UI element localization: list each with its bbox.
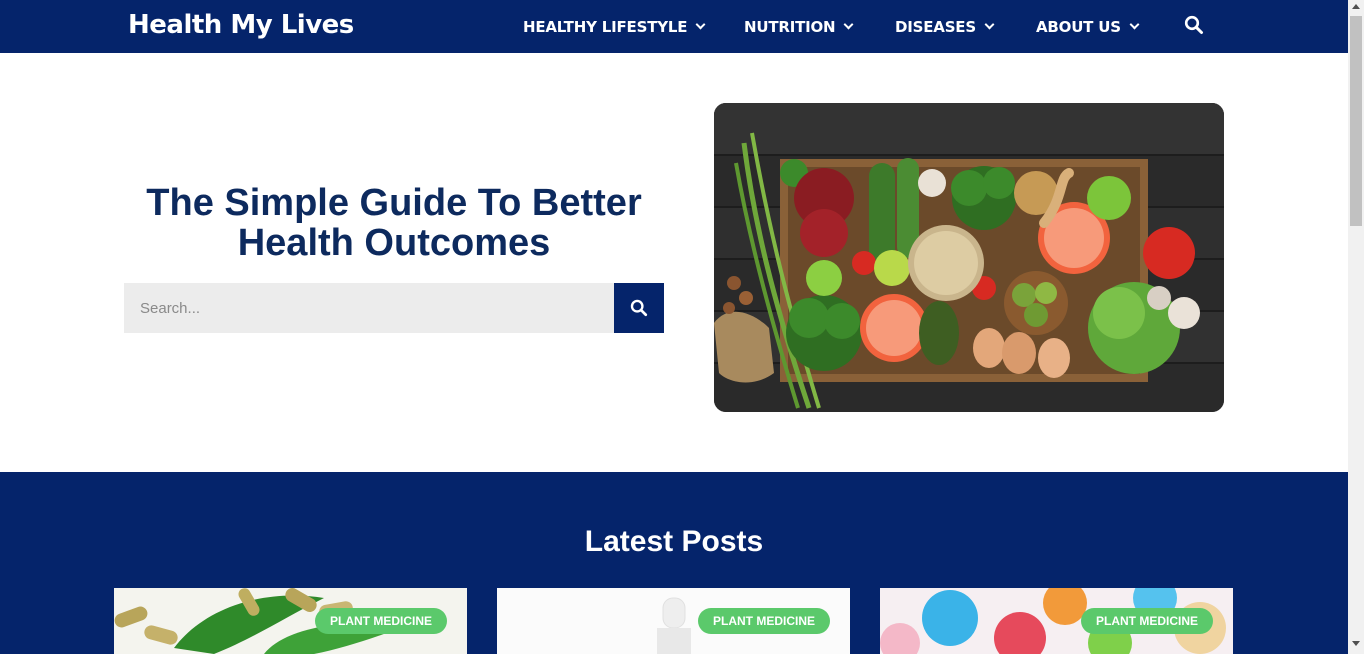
hero-title: The Simple Guide To Better Health Outcom… <box>124 183 664 263</box>
hero-title-line1: The Simple Guide To Better <box>146 182 642 224</box>
nav-about-us[interactable]: ABOUT US <box>1036 0 1140 53</box>
nav-healthy-lifestyle[interactable]: HEALTHY LIFESTYLE <box>523 0 706 53</box>
chevron-down-icon <box>843 19 854 29</box>
nav-diseases[interactable]: DISEASES <box>895 0 995 53</box>
search-input[interactable] <box>124 283 614 333</box>
scroll-down-arrow-icon[interactable] <box>1352 641 1360 646</box>
search-submit-button[interactable] <box>614 283 664 333</box>
post-card[interactable]: PLANT MEDICINE <box>497 588 850 654</box>
post-card[interactable]: PLANT MEDICINE <box>114 588 467 654</box>
search-icon <box>1184 15 1203 34</box>
latest-posts-title: Latest Posts <box>584 525 764 558</box>
nav-label: HEALTHY LIFESTYLE <box>523 17 688 36</box>
scrollbar-thumb[interactable] <box>1350 16 1362 226</box>
category-badge[interactable]: PLANT MEDICINE <box>1081 608 1213 634</box>
nav-label: NUTRITION <box>744 17 836 36</box>
hero-search-form <box>124 283 664 333</box>
vegetables-image <box>714 103 1224 412</box>
page: Health My Lives HEALTHY LIFESTYLE NUTRIT… <box>0 0 1364 654</box>
hero-title-line2: Health Outcomes <box>237 222 551 264</box>
chevron-down-icon <box>695 19 706 29</box>
scroll-up-arrow-icon[interactable] <box>1352 4 1360 9</box>
header-search-button[interactable] <box>1184 15 1204 35</box>
nav-label: DISEASES <box>895 17 976 36</box>
chevron-down-icon <box>984 19 995 29</box>
post-card[interactable]: PLANT MEDICINE <box>880 588 1233 654</box>
site-header: Health My Lives HEALTHY LIFESTYLE NUTRIT… <box>0 0 1348 53</box>
category-badge[interactable]: PLANT MEDICINE <box>698 608 830 634</box>
hero-image-vegetables <box>714 103 1224 412</box>
page-scrollbar[interactable] <box>1348 0 1364 654</box>
search-icon <box>630 299 648 317</box>
nav-label: ABOUT US <box>1036 17 1121 36</box>
site-logo[interactable]: Health My Lives <box>128 8 354 42</box>
category-badge[interactable]: PLANT MEDICINE <box>315 608 447 634</box>
latest-posts-section: Latest Posts PLANT MEDICINE PLANT MEDICI… <box>0 472 1348 654</box>
nav-nutrition[interactable]: NUTRITION <box>744 0 854 53</box>
chevron-down-icon <box>1129 19 1140 29</box>
